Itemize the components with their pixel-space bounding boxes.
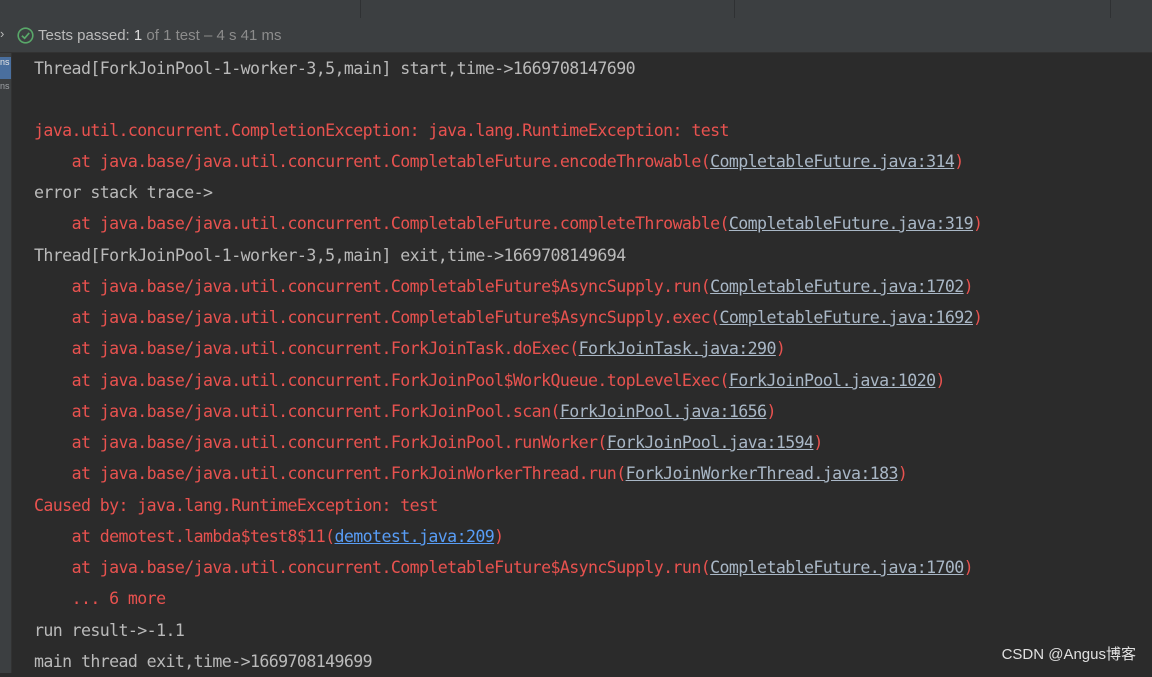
stack-frame-text: at java.base/java.util.concurrent.ForkJo… xyxy=(71,371,721,390)
stack-frame-text: at java.base/java.util.concurrent.ForkJo… xyxy=(71,402,552,421)
test-status-bar: › Tests passed: 1 of 1 test – 4 s 41 ms xyxy=(0,18,1152,53)
console-line-stdout: error stack trace-> xyxy=(34,183,213,202)
test-status-text: Tests passed: 1 of 1 test – 4 s 41 ms xyxy=(38,27,282,44)
tool-window-gutter: ns ns xyxy=(0,53,12,673)
stack-frame: at java.base/java.util.concurrent.ForkJo… xyxy=(71,339,786,358)
stack-frame-text: at java.base/java.util.concurrent.Comple… xyxy=(71,308,711,327)
stack-frame: at java.base/java.util.concurrent.Comple… xyxy=(71,152,965,171)
console-line-stdout: run result->-1.1 xyxy=(34,621,185,640)
stack-frame-text: at java.base/java.util.concurrent.ForkJo… xyxy=(71,433,598,452)
chevron-right-icon[interactable]: › xyxy=(0,26,10,41)
gutter-tab[interactable]: ns xyxy=(0,81,11,103)
gutter-tab[interactable]: ns xyxy=(0,57,11,79)
stack-frame: at demotest.lambda$test8$11(demotest.jav… xyxy=(71,527,505,546)
passed-count: 1 xyxy=(133,27,143,44)
source-link[interactable]: CompletableFuture.java:319 xyxy=(729,214,974,233)
source-link[interactable]: CompletableFuture.java:1692 xyxy=(720,308,974,327)
total-tests: of 1 test xyxy=(146,27,200,44)
top-tab-segment[interactable] xyxy=(735,0,1111,18)
stack-frame: at java.base/java.util.concurrent.Comple… xyxy=(71,277,974,296)
console-line-stderr: java.util.concurrent.CompletionException… xyxy=(34,121,729,140)
console-line-stderr: Caused by: java.lang.RuntimeException: t… xyxy=(34,496,438,515)
stack-frame: at java.base/java.util.concurrent.Comple… xyxy=(71,308,984,327)
console-line-stdout: main thread exit,time->1669708149699 xyxy=(34,652,373,671)
check-circle-icon xyxy=(17,27,34,44)
stack-frame-text: at java.base/java.util.concurrent.ForkJo… xyxy=(71,339,570,358)
source-link[interactable]: CompletableFuture.java:314 xyxy=(710,152,955,171)
stack-frame: at java.base/java.util.concurrent.ForkJo… xyxy=(71,371,946,390)
source-link[interactable]: ForkJoinPool.java:1594 xyxy=(607,433,814,452)
console-line-stdout: Thread[ForkJoinPool-1-worker-3,5,main] e… xyxy=(34,246,626,265)
source-link[interactable]: ForkJoinTask.java:290 xyxy=(579,339,777,358)
stack-frame-text: at java.base/java.util.concurrent.Comple… xyxy=(71,152,702,171)
source-link[interactable]: CompletableFuture.java:1700 xyxy=(710,558,964,577)
status-label: Tests passed: xyxy=(38,27,130,44)
stack-frame: at java.base/java.util.concurrent.ForkJo… xyxy=(71,464,908,483)
stack-frame-text: at java.base/java.util.concurrent.Comple… xyxy=(71,214,721,233)
source-link[interactable]: ForkJoinWorkerThread.java:183 xyxy=(626,464,899,483)
console-line-stdout: Thread[ForkJoinPool-1-worker-3,5,main] s… xyxy=(34,59,636,78)
test-duration: – 4 s 41 ms xyxy=(203,27,282,44)
stack-frame: at java.base/java.util.concurrent.ForkJo… xyxy=(71,402,777,421)
stack-frame-text: at java.base/java.util.concurrent.ForkJo… xyxy=(71,464,617,483)
source-link[interactable]: ForkJoinPool.java:1020 xyxy=(729,371,936,390)
user-source-link[interactable]: demotest.java:209 xyxy=(335,527,495,546)
stack-more: ... 6 more xyxy=(34,583,167,614)
stack-frame: at java.base/java.util.concurrent.Comple… xyxy=(71,558,974,577)
stack-frame: at java.base/java.util.concurrent.ForkJo… xyxy=(71,433,824,452)
stack-frame-text: at java.base/java.util.concurrent.Comple… xyxy=(71,558,702,577)
stack-frame-text: at demotest.lambda$test8$11 xyxy=(71,527,326,546)
top-tab-segment[interactable] xyxy=(0,0,361,18)
top-tab-strip xyxy=(0,0,1152,18)
top-tab-segment[interactable] xyxy=(361,0,735,18)
stack-frame: at java.base/java.util.concurrent.Comple… xyxy=(71,214,984,233)
watermark: CSDN @Angus博客 xyxy=(1001,646,1136,663)
run-console[interactable]: Thread[ForkJoinPool-1-worker-3,5,main] s… xyxy=(12,53,1152,673)
source-link[interactable]: CompletableFuture.java:1702 xyxy=(710,277,964,296)
source-link[interactable]: ForkJoinPool.java:1656 xyxy=(560,402,767,421)
more-frames-text: ... 6 more xyxy=(71,589,167,608)
stack-frame-text: at java.base/java.util.concurrent.Comple… xyxy=(71,277,702,296)
